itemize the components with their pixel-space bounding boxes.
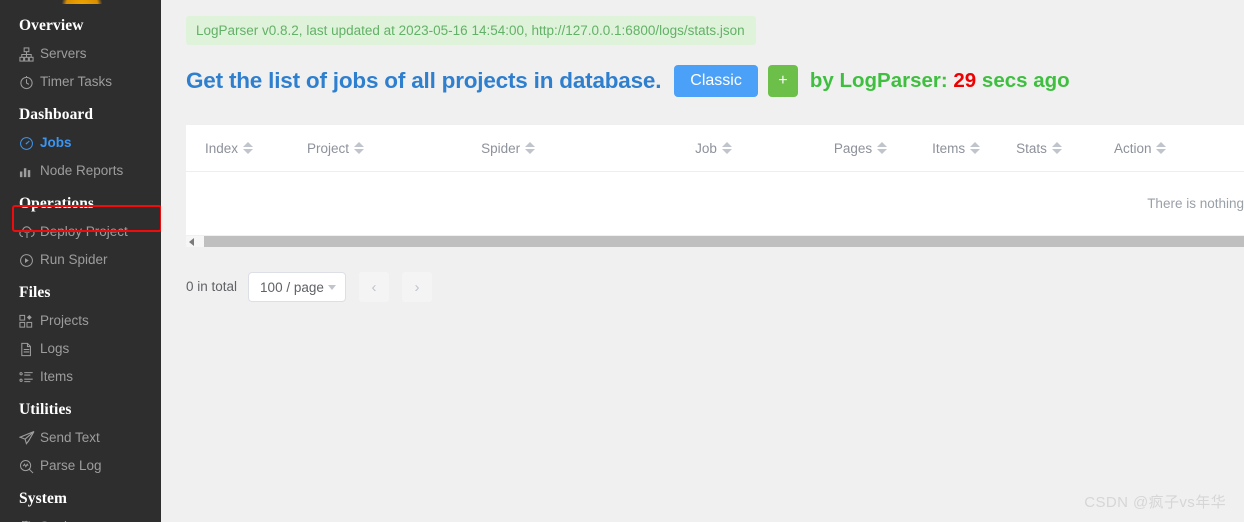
- add-button[interactable]: +: [767, 65, 798, 97]
- sort-caret-icon[interactable]: [243, 142, 254, 154]
- page-headline: Get the list of jobs of all projects in …: [186, 64, 1244, 98]
- table-header-index[interactable]: Index: [205, 140, 254, 156]
- sidebar: Overview Servers Timer Tasks Dashboard Jobs N…: [0, 0, 161, 522]
- logparser-status-banner: LogParser v0.8.2, last updated at 2023-0…: [186, 16, 756, 45]
- sidebar-item-label: Send Text: [40, 430, 100, 445]
- classic-button[interactable]: Classic: [674, 65, 758, 97]
- page-title: Get the list of jobs of all projects in …: [186, 68, 662, 93]
- empty-state-text: There is nothing: [1147, 196, 1244, 211]
- sort-caret-icon[interactable]: [1051, 142, 1062, 154]
- table-header-spider[interactable]: Spider: [481, 140, 536, 156]
- document-icon: [19, 340, 40, 358]
- table-header-label: Action: [1113, 140, 1152, 156]
- table-header-label: Items: [932, 140, 966, 156]
- sidebar-item-settings[interactable]: Settings: [0, 515, 161, 522]
- sidebar-item-label: Node Reports: [40, 163, 124, 178]
- table-header-action[interactable]: Action: [1114, 141, 1167, 156]
- sidebar-item-label: Settings: [40, 518, 89, 522]
- secs-ago-suffix: secs ago: [976, 69, 1070, 92]
- sidebar-item-projects[interactable]: Projects: [0, 309, 161, 333]
- sidebar-item-parse-log[interactable]: Parse Log: [0, 454, 161, 478]
- sidebar-item-label: Deploy Project: [40, 224, 128, 239]
- cloud-upload-icon: [19, 223, 40, 241]
- sort-caret-icon[interactable]: [1156, 142, 1167, 154]
- table-header-project[interactable]: Project: [307, 140, 365, 156]
- paper-plane-icon: [19, 429, 40, 447]
- search-wave-icon: [19, 457, 40, 475]
- sidebar-section-files: Files: [19, 284, 51, 301]
- app-root: Overview Servers Timer Tasks Dashboard Jobs N…: [0, 0, 1244, 522]
- table-header-stats[interactable]: Stats: [1016, 141, 1062, 156]
- scroll-left-arrow-icon[interactable]: [189, 238, 194, 246]
- csdn-watermark: CSDN @疯子vs年华: [1084, 494, 1226, 511]
- sidebar-item-label: Run Spider: [40, 252, 108, 267]
- page-size-select[interactable]: 100 / page: [248, 272, 347, 302]
- page-size-value: 100 / page: [260, 279, 324, 295]
- gauge-icon: [19, 134, 40, 152]
- total-count-label: 0 in total: [186, 279, 238, 294]
- sidebar-item-label: Parse Log: [40, 458, 102, 473]
- sidebar-item-send-text[interactable]: Send Text: [0, 426, 161, 450]
- logparser-timestamp: by LogParser: 29 secs ago: [810, 69, 1070, 93]
- sidebar-item-run-spider[interactable]: Run Spider: [0, 248, 161, 272]
- sort-caret-icon[interactable]: [970, 142, 981, 154]
- sidebar-groups: Overview Servers Timer Tasks Dashboard Jobs N…: [0, 9, 161, 522]
- sort-caret-icon[interactable]: [877, 142, 888, 154]
- table-header-job[interactable]: Job: [695, 141, 732, 156]
- sidebar-item-label: Jobs: [40, 135, 72, 150]
- sidebar-item-label: Projects: [40, 313, 89, 328]
- sidebar-item-timer-tasks[interactable]: Timer Tasks: [0, 70, 161, 94]
- table-header-label: Pages: [833, 140, 873, 156]
- sidebar-item-items[interactable]: Items: [0, 365, 161, 389]
- play-circle-icon: [19, 251, 40, 269]
- table-header-pages[interactable]: Pages: [833, 140, 888, 156]
- table-header-row: Index Project Spider Job Pages Items Stats Acti…: [186, 125, 1244, 172]
- sidebar-section-utilities: Utilities: [19, 401, 72, 418]
- sidebar-section-operations: Operations: [19, 195, 95, 212]
- list-icon: [19, 368, 40, 386]
- sidebar-item-deploy-project[interactable]: Deploy Project: [0, 220, 161, 244]
- blocks-icon: [19, 312, 40, 330]
- sidebar-item-jobs[interactable]: Jobs: [0, 131, 161, 155]
- prev-page-button[interactable]: ‹: [359, 272, 390, 302]
- horizontal-scrollbar[interactable]: [186, 235, 1244, 247]
- chevron-down-icon: [328, 284, 337, 290]
- sidebar-item-servers[interactable]: Servers: [0, 42, 161, 66]
- sort-caret-icon[interactable]: [721, 142, 732, 154]
- sidebar-section-dashboard: Dashboard: [19, 106, 94, 123]
- table-header-label: Index: [205, 140, 239, 156]
- sidebar-item-label: Timer Tasks: [40, 74, 113, 89]
- sort-caret-icon[interactable]: [354, 142, 365, 154]
- table-header-label: Project: [307, 140, 350, 156]
- table-header-label: Job: [695, 140, 717, 156]
- table-body: There is nothing: [186, 172, 1244, 235]
- logo-glow: [62, 0, 102, 4]
- sidebar-item-label: Logs: [40, 341, 70, 356]
- table-header-items[interactable]: Items: [932, 140, 981, 156]
- sort-caret-icon[interactable]: [525, 142, 536, 154]
- sidebar-item-logs[interactable]: Logs: [0, 337, 161, 361]
- scrollbar-thumb[interactable]: [204, 236, 1244, 247]
- table-header-label: Spider: [481, 140, 521, 156]
- by-logparser-label: by LogParser:: [809, 69, 954, 92]
- sidebar-item-node-reports[interactable]: Node Reports: [0, 159, 161, 183]
- clock-icon: [19, 73, 40, 91]
- pagination: 0 in total 100 / page ‹ ›: [186, 272, 433, 302]
- table-header-label: Stats: [1016, 140, 1047, 156]
- bar-chart-icon: [19, 162, 40, 180]
- next-page-button[interactable]: ›: [402, 272, 433, 302]
- sitemap-icon: [19, 45, 40, 63]
- main-content: LogParser v0.8.2, last updated at 2023-0…: [161, 0, 1244, 522]
- sidebar-item-label: Servers: [40, 46, 87, 61]
- sidebar-section-system: System: [19, 490, 67, 507]
- sidebar-item-label: Items: [40, 369, 74, 384]
- gear-icon: [19, 518, 40, 522]
- sidebar-section-overview: Overview: [19, 17, 84, 34]
- secs-ago-value: 29: [953, 69, 977, 92]
- jobs-table-card: Index Project Spider Job Pages Items Stats Acti…: [186, 125, 1244, 247]
